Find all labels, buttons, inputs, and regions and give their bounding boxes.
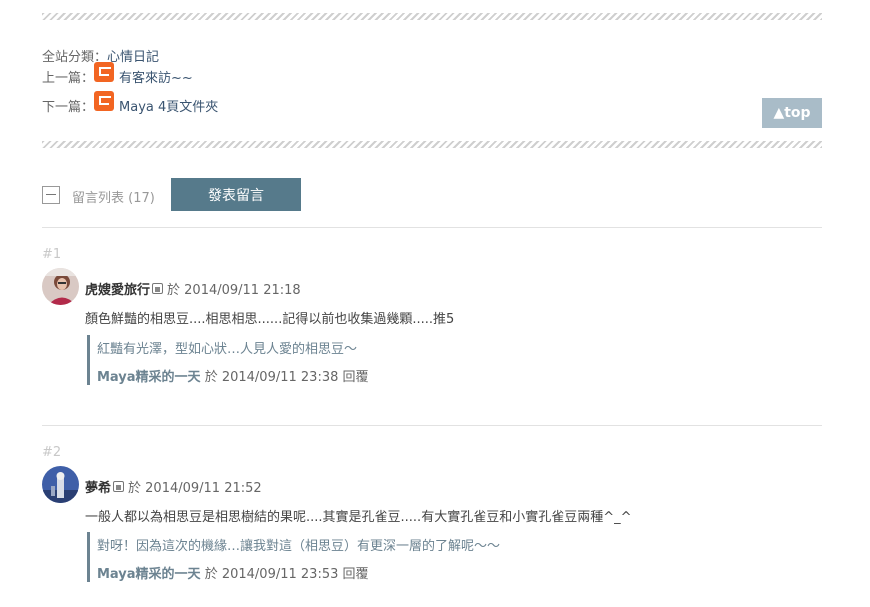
author-reply: 對呀！因為這次的機緣…讓我對這（相思豆）有更深一層的了解呢～～ Maya精采的一… bbox=[87, 532, 500, 582]
prev-label: 上一篇： bbox=[42, 71, 95, 86]
comment-separator bbox=[42, 227, 822, 228]
comment-author[interactable]: 夢希 bbox=[85, 477, 111, 496]
comment-number: #2 bbox=[42, 445, 62, 460]
reply-text: 紅豔有光澤，型如心狀…人見人愛的相思豆～ bbox=[97, 342, 358, 357]
comment-list-title: 留言列表 (17) bbox=[72, 191, 155, 206]
pixnet-icon bbox=[94, 61, 115, 82]
next-post-link[interactable]: Maya 4頁文件夾 bbox=[119, 96, 218, 115]
pixnet-icon bbox=[94, 90, 115, 111]
reply-text: 對呀！因為這次的機緣…讓我對這（相思豆）有更深一層的了解呢～～ bbox=[97, 539, 501, 554]
comment-time: 於 2014/09/11 21:52 bbox=[128, 481, 262, 496]
reply-author[interactable]: Maya精采的一天 bbox=[97, 370, 201, 385]
top-divider bbox=[42, 13, 822, 20]
collapse-toggle-icon[interactable] bbox=[42, 186, 60, 204]
comment-text: 一般人都以為相思豆是相思樹結的果呢....其實是孔雀豆.....有大實孔雀豆和小… bbox=[85, 510, 632, 525]
post-comment-button[interactable]: 發表留言 bbox=[171, 178, 301, 211]
comment-number: #1 bbox=[42, 247, 62, 262]
comment-count: (17) bbox=[128, 191, 155, 206]
blog-home-icon[interactable] bbox=[152, 283, 164, 294]
next-post-row: 下一篇： Maya 4頁文件夾 bbox=[42, 90, 218, 115]
author-reply: 紅豔有光澤，型如心狀…人見人愛的相思豆～ Maya精采的一天 於 2014/09… bbox=[87, 335, 369, 385]
reply-time: 於 2014/09/11 23:53 回覆 bbox=[204, 567, 369, 582]
reply-meta: Maya精采的一天 於 2014/09/11 23:38 回覆 bbox=[97, 366, 369, 385]
prev-post-link[interactable]: 有客來訪~~ bbox=[119, 67, 193, 86]
blog-home-icon[interactable] bbox=[113, 481, 125, 492]
reply-meta: Maya精采的一天 於 2014/09/11 23:53 回覆 bbox=[97, 563, 500, 582]
reply-time: 於 2014/09/11 23:38 回覆 bbox=[204, 370, 369, 385]
comment-time: 於 2014/09/11 21:18 bbox=[167, 283, 301, 298]
comment-meta: 虎嫂愛旅行 於 2014/09/11 21:18 bbox=[85, 279, 301, 298]
avatar[interactable] bbox=[42, 466, 79, 503]
next-label: 下一篇： bbox=[42, 100, 95, 115]
back-to-top-button[interactable]: ▲top bbox=[762, 98, 822, 128]
comment-text: 顏色鮮豔的相思豆....相思相思......記得以前也收集過幾顆.....推5 bbox=[85, 312, 455, 327]
category-link[interactable]: 心情日記 bbox=[107, 46, 159, 65]
comment-meta: 夢希 於 2014/09/11 21:52 bbox=[85, 477, 262, 496]
comment-author[interactable]: 虎嫂愛旅行 bbox=[85, 279, 150, 298]
comment-separator bbox=[42, 425, 822, 426]
reply-author[interactable]: Maya精采的一天 bbox=[97, 567, 201, 582]
bottom-divider bbox=[42, 141, 822, 148]
avatar[interactable] bbox=[42, 268, 79, 305]
prev-post-row: 上一篇： 有客來訪~~ bbox=[42, 61, 193, 86]
